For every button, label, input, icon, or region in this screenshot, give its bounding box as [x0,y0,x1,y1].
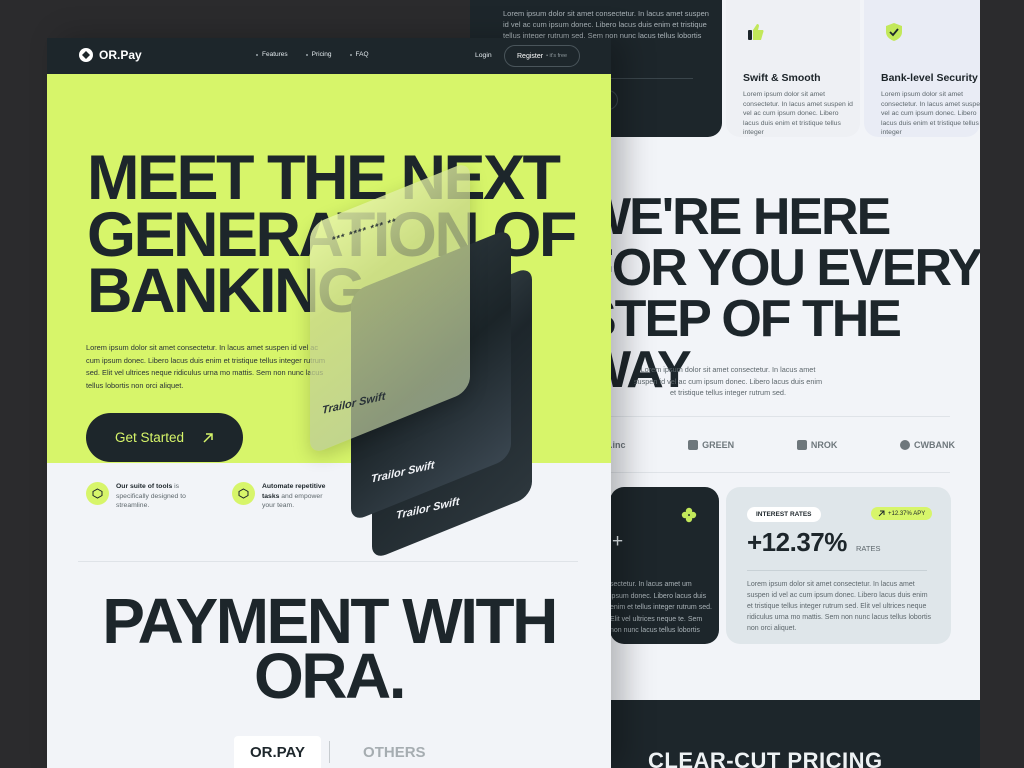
feature-title: Swift & Smooth [743,72,821,84]
brand-name: OR.Pay [99,48,142,62]
cube-icon [86,482,109,505]
logo-green: GREEN [688,440,734,450]
register-button[interactable]: Register • it's free [504,45,581,67]
divider [610,472,950,473]
top-nav: OR.Pay Features Pricing FAQ Login Regist… [47,38,611,74]
brand-logo[interactable]: OR.Pay [79,48,142,62]
dark-stat-card: + sectetur. In lacus amet um ipsum donec… [610,487,719,644]
hero-paragraph: Lorem ipsum dolor sit amet consectetur. … [86,343,326,390]
rate-value: +12.37% [747,527,847,557]
interest-rates-pill: INTEREST RATES [747,507,821,522]
login-link[interactable]: Login [475,52,492,59]
nav-features[interactable]: Features [256,51,288,58]
section-paragraph: Lorem ipsum dolor sit amet consectetur. … [633,365,823,397]
shield-check-icon [886,23,902,41]
nav-faq[interactable]: FAQ [349,51,369,58]
get-started-button[interactable]: Get Started [86,413,243,462]
feature-card-swift: Swift & Smooth Lorem ipsum dolor sit ame… [726,0,860,137]
partner-logos: .inc GREEN NROK CWBANK [610,436,955,454]
feature-tools: Our suite of tools is specifically desig… [86,482,188,511]
feature-text: Lorem ipsum dolor sit amet consectetur. … [743,91,853,136]
divider [747,570,927,571]
left-page: OR.Pay Features Pricing FAQ Login Regist… [47,38,611,768]
cwbank-logo-icon [900,440,910,450]
rates-text: Lorem ipsum dolor sit amet consectetur. … [747,581,932,632]
card-number: *** **** *** ** [332,215,397,246]
nrok-logo-icon [796,440,807,450]
pricing-section: CLEAR-CUT PRICING [610,700,980,768]
card-holder-name: Trailor Swift [371,459,435,486]
clover-icon [681,507,697,523]
green-logo-icon [688,440,699,450]
cube-icon [232,482,255,505]
nav-links: Features Pricing FAQ [256,51,369,58]
feature-text: Our suite of tools is specifically desig… [116,483,186,509]
rate-unit: RATES [856,544,881,553]
dark-card-text: Lorem ipsum dolor sit amet consectetur. … [503,9,709,40]
logo-inc: .inc [610,440,626,450]
dark-stat-text: sectetur. In lacus amet um ipsum donec. … [610,581,712,634]
arrow-up-right-icon [878,510,885,517]
feature-text: Lorem ipsum dolor sit amet consectetur. … [881,91,980,136]
feature-automate: Automate repetitive tasks and empower yo… [232,482,334,511]
tab-others[interactable]: OTHERS [330,736,442,768]
interest-rates-card: INTEREST RATES +12.37% APY +12.37% RATES… [726,487,951,644]
arrow-up-right-icon [203,432,213,443]
comparison-tabs: OR.PAY OTHERS [234,736,442,768]
feature-card-security: Bank-level Security Lorem ipsum dolor si… [864,0,980,137]
thumbs-up-icon [748,24,764,40]
pricing-heading: CLEAR-CUT PRICING [648,748,883,768]
logo-nrok: NROK [796,440,837,450]
apy-badge: +12.37% APY [871,507,933,520]
divider [78,561,578,562]
brand-logo-icon [79,48,93,62]
card-holder-name: Trailor Swift [322,390,386,417]
feature-text: Automate repetitive tasks and empower yo… [262,483,326,509]
plus-text: + [612,531,624,552]
divider [610,416,950,417]
nav-pricing[interactable]: Pricing [305,51,332,58]
logo-cwbank: CWBANK [900,440,955,450]
tab-orpay[interactable]: OR.PAY [234,736,322,768]
payment-heading: PAYMENT WITH ORA. [102,585,558,712]
feature-title: Bank-level Security [881,72,978,84]
